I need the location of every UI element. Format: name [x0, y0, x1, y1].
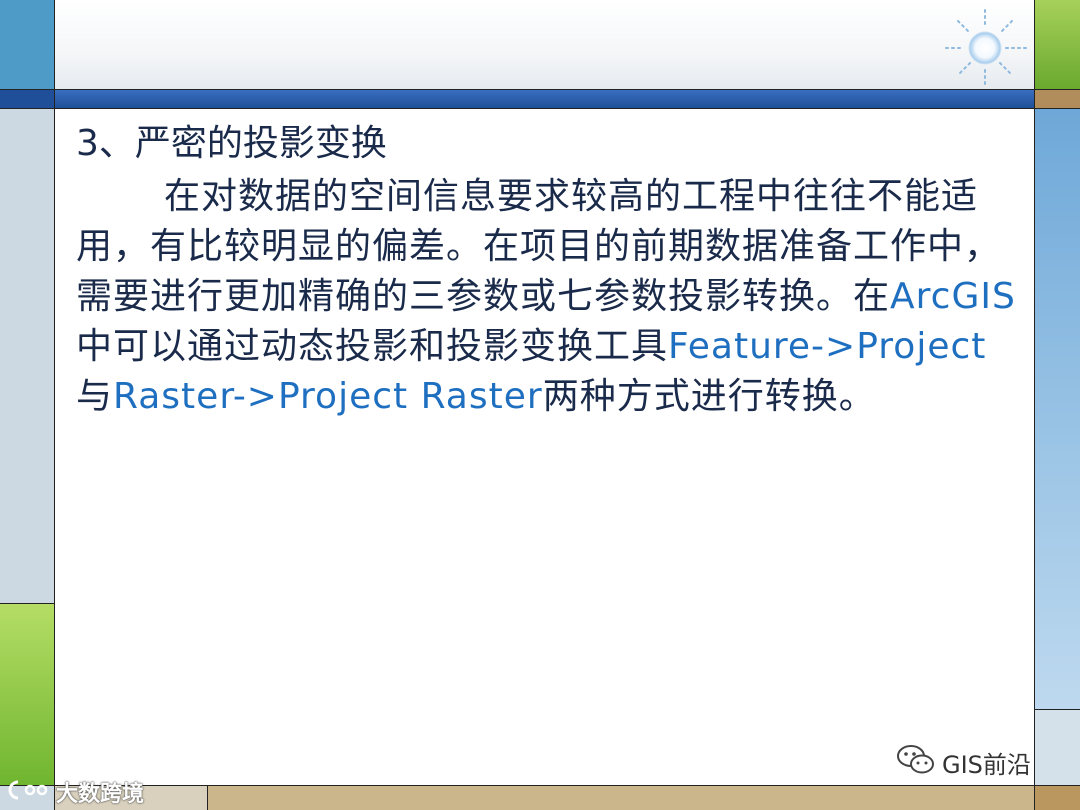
- frame-line-header-bottom: [0, 108, 1080, 109]
- term-arcgis: ArcGIS: [890, 276, 1016, 317]
- body-text-3: 与: [76, 376, 114, 417]
- right-top-decor-block: [1035, 0, 1080, 90]
- right-bottom-decor-block: [1035, 786, 1080, 810]
- wechat-watermark: GIS前沿: [896, 744, 1031, 780]
- body-text-4: 两种方式进行转换。: [542, 376, 876, 417]
- frame-line-bottom: [0, 785, 1080, 786]
- bottom-left-watermark: 大数跨境: [6, 776, 144, 808]
- left-green-decor-block: [0, 604, 54, 786]
- frame-line-right: [1034, 0, 1035, 810]
- bottom-left-watermark-text: 大数跨境: [56, 782, 145, 807]
- left-top-decor-block: [0, 0, 54, 90]
- frame-line-left-divider: [0, 603, 54, 604]
- slide-header-area: [54, 0, 1035, 90]
- header-bar-right: [1035, 90, 1080, 108]
- cc-icon: [6, 778, 52, 806]
- slide-content: 3、严密的投影变换 在对数据的空间信息要求较高的工程中往往不能适用，有比较明显的…: [76, 118, 1021, 422]
- frame-line-top: [0, 89, 1080, 90]
- header-bar-left: [0, 90, 54, 108]
- term-feature-project: Feature->Project: [668, 326, 987, 367]
- right-light-decor-block: [1035, 710, 1080, 786]
- term-raster-project-raster: Raster->Project Raster: [113, 376, 543, 417]
- wechat-watermark-text: GIS前沿: [942, 750, 1031, 779]
- frame-line-bottom-divider: [207, 786, 208, 810]
- body-text-1: 在对数据的空间信息要求较高的工程中往往不能适用，有比较明显的偏差。在项目的前期数…: [76, 176, 1002, 317]
- sun-logo-icon: [940, 6, 1030, 86]
- body-paragraph: 在对数据的空间信息要求较高的工程中往往不能适用，有比较明显的偏差。在项目的前期数…: [76, 172, 1021, 422]
- frame-line-left: [54, 0, 55, 810]
- bottom-tan-bar: [208, 786, 1035, 810]
- left-mid-decor-block: [0, 108, 54, 604]
- frame-line-right-divider: [1035, 709, 1080, 710]
- header-bar: [54, 90, 1035, 108]
- section-title: 3、严密的投影变换: [76, 123, 387, 164]
- right-blue-decor-block: [1035, 108, 1080, 710]
- body-text-2: 中可以通过动态投影和投影变换工具: [76, 326, 669, 367]
- wechat-icon: [896, 743, 936, 781]
